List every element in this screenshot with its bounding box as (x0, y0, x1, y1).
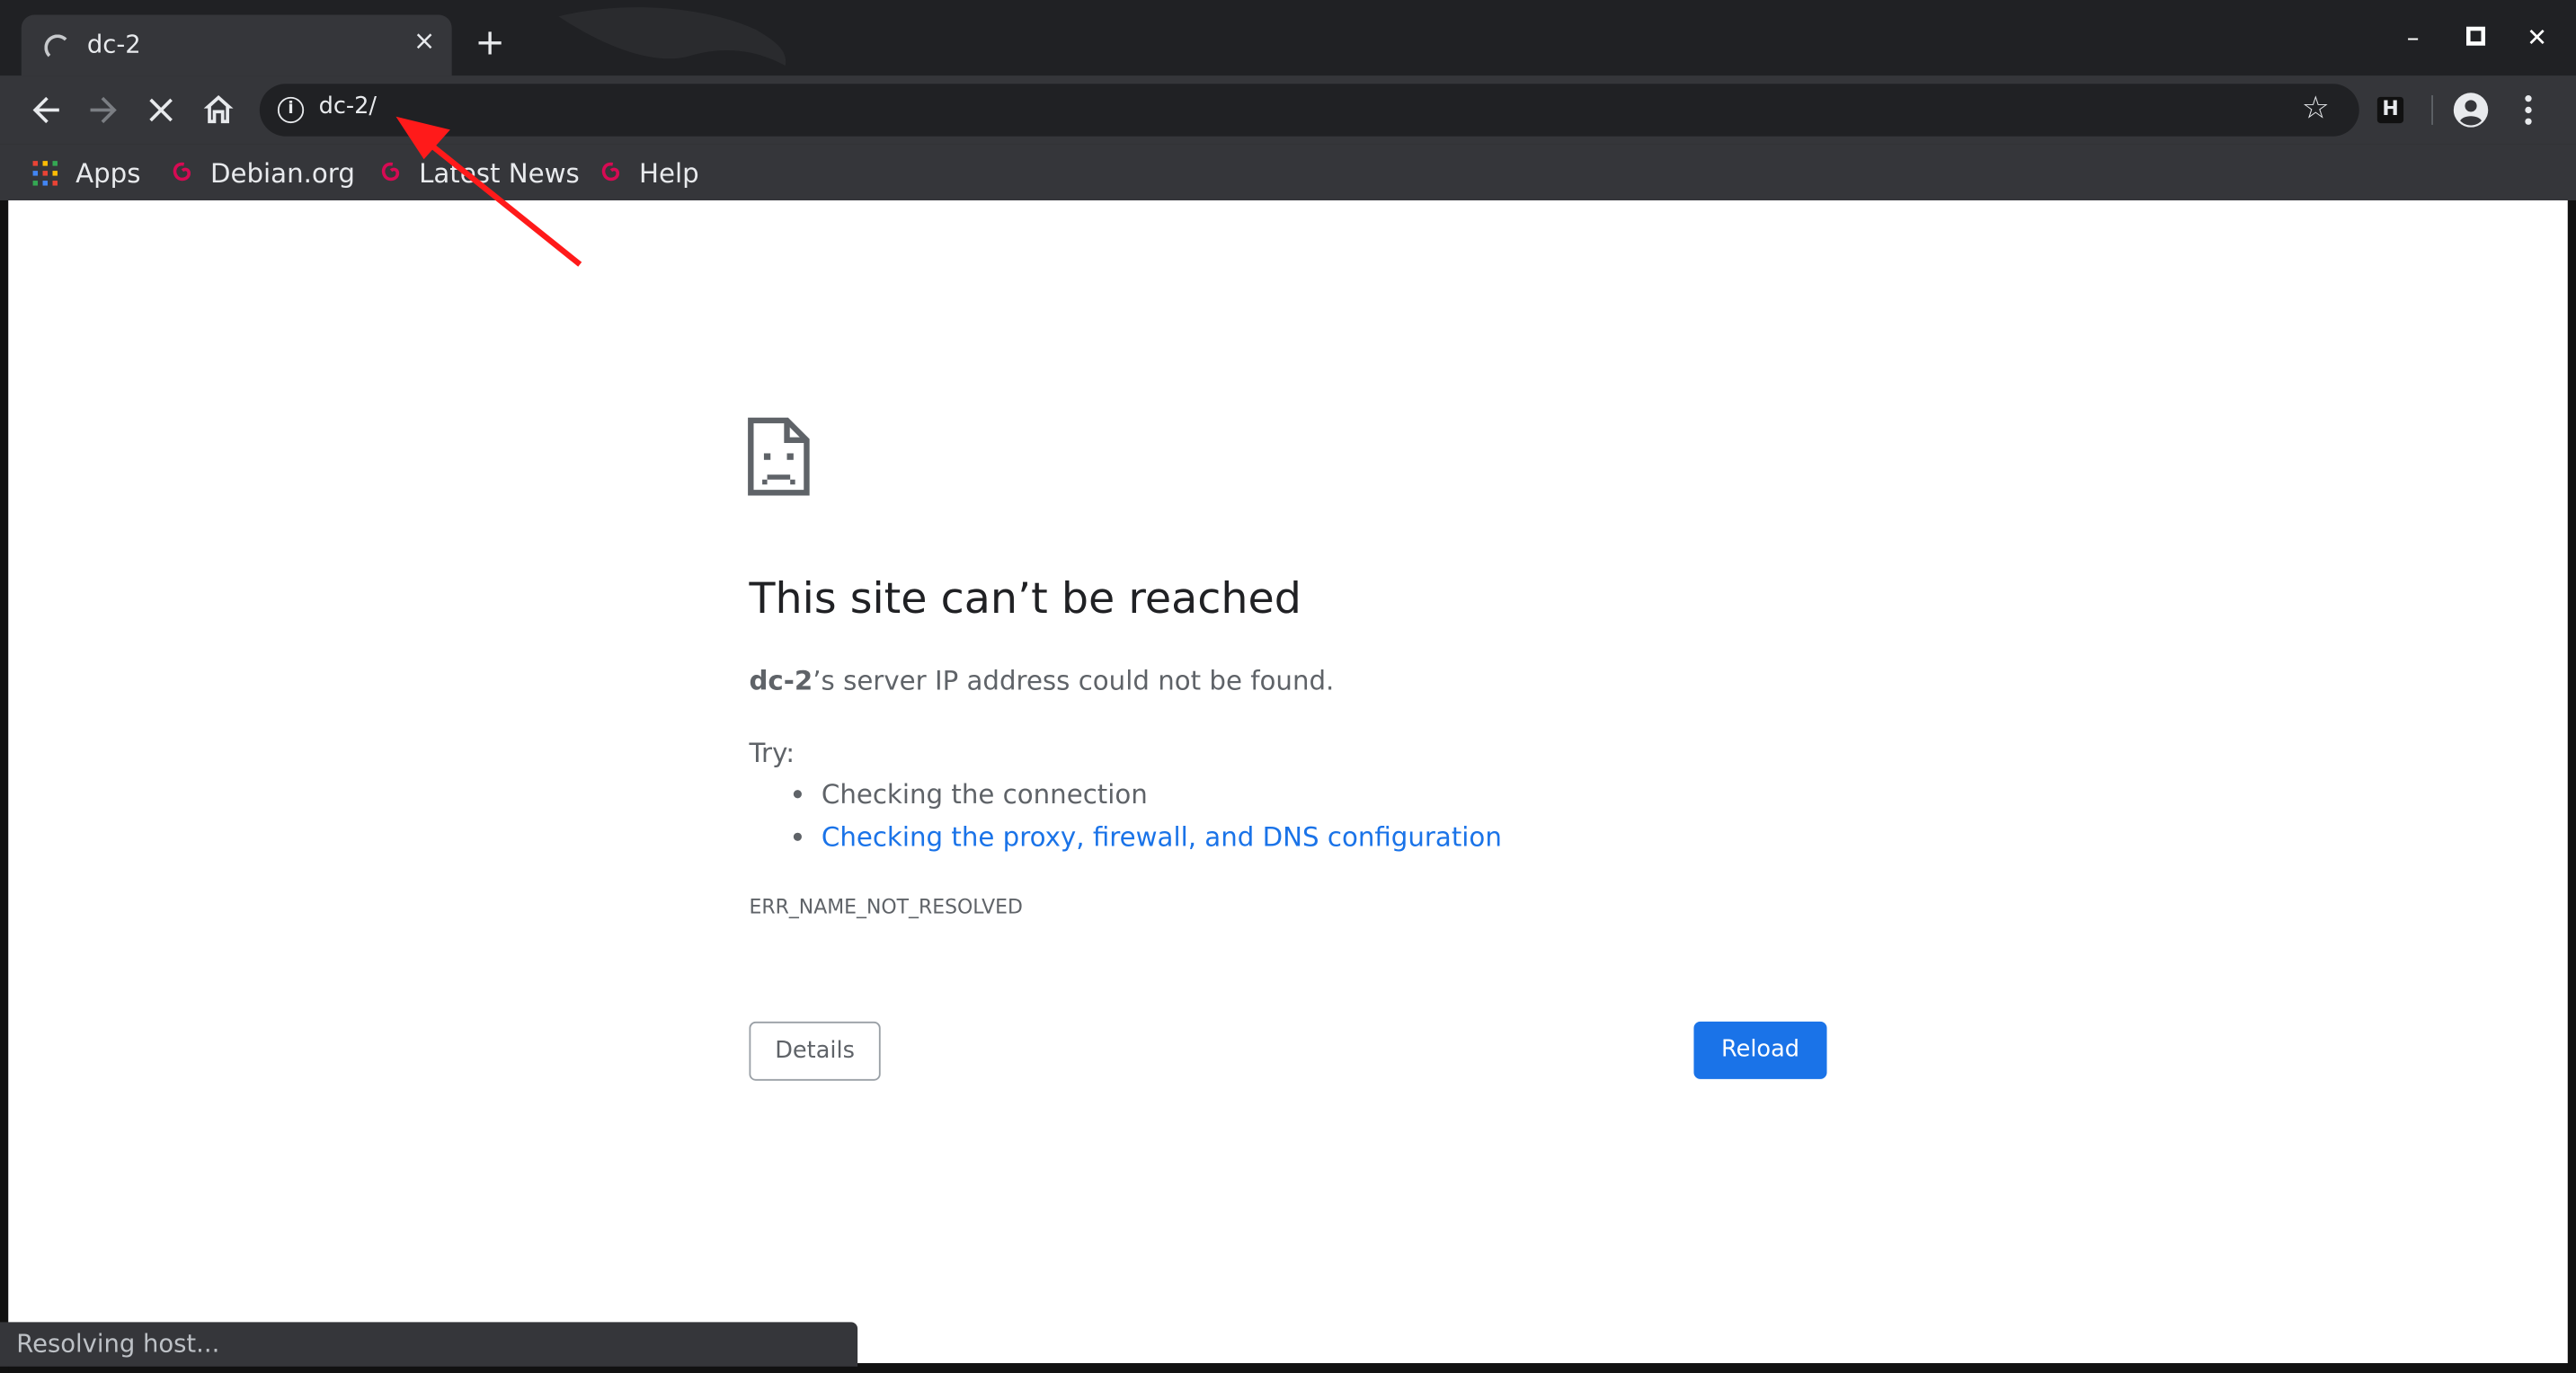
suggestion-text: Checking the connection (821, 778, 1148, 811)
forward-arrow-icon[interactable] (84, 91, 123, 130)
menu-icon[interactable] (2524, 92, 2534, 128)
dragon-watermark-icon (558, 7, 786, 66)
reload-button[interactable]: Reload (1693, 1021, 1827, 1079)
maximize-button[interactable] (2465, 23, 2486, 53)
active-tab[interactable]: dc-2 × (21, 14, 452, 76)
url-text[interactable]: dc-2/ (319, 93, 377, 120)
address-bar[interactable]: i dc-2/ (259, 84, 2359, 137)
spinner-icon (44, 34, 71, 61)
debian-swirl-icon (601, 162, 620, 182)
error-description: dc-2’s server IP address could not be fo… (749, 665, 1334, 696)
bookmarks-bar: Apps Debian.org Latest News Help (0, 144, 2576, 200)
bookmark-label: Apps (76, 157, 141, 190)
title-bar: dc-2 × + – ✕ (0, 0, 2576, 76)
error-code: ERR_NAME_NOT_RESOLVED (749, 895, 1023, 918)
error-host: dc-2 (749, 665, 813, 696)
stop-icon[interactable] (141, 91, 181, 130)
bookmark-label: Help (639, 157, 699, 190)
bookmark-label: Latest News (419, 157, 580, 190)
tab-title: dc-2 (86, 29, 141, 59)
star-icon[interactable]: ☆ (2302, 91, 2330, 127)
suggestion-item: Checking the proxy, firewall, and DNS co… (822, 818, 1502, 861)
error-page: This site can’t be reached dc-2’s server… (8, 199, 2568, 1364)
profile-icon[interactable] (2453, 92, 2489, 128)
extension-icon[interactable]: H (2376, 96, 2404, 124)
minimize-button[interactable]: – (2407, 23, 2420, 53)
extension-glyph: H (2382, 96, 2399, 120)
error-heading: This site can’t be reached (749, 574, 1301, 624)
toolbar-divider (2431, 95, 2433, 125)
info-icon[interactable]: i (277, 96, 305, 124)
bookmark-label: Debian.org (209, 157, 355, 190)
debian-swirl-icon (381, 162, 400, 182)
new-tab-button[interactable]: + (475, 25, 505, 62)
browser-toolbar: i dc-2/ ☆ H (0, 75, 2576, 145)
close-window-button[interactable]: ✕ (2527, 23, 2547, 53)
details-button[interactable]: Details (749, 1021, 881, 1081)
bookmark-latest-news[interactable]: Latest News (378, 151, 580, 194)
maximize-icon (2465, 26, 2486, 46)
tab-close-icon[interactable]: × (413, 27, 436, 54)
home-icon[interactable] (199, 91, 238, 130)
back-arrow-icon[interactable] (26, 91, 66, 130)
error-description-text: ’s server IP address could not be found. (813, 665, 1335, 696)
proxy-firewall-dns-link[interactable]: Checking the proxy, firewall, and DNS co… (822, 821, 1502, 853)
sad-page-icon (748, 417, 810, 496)
suggestion-list: Checking the connection Checking the pro… (749, 775, 1502, 861)
bookmark-help[interactable]: Help (598, 151, 699, 194)
bookmark-apps[interactable]: Apps (32, 151, 148, 194)
status-text: Resolving host... (16, 1328, 220, 1359)
bookmark-debian[interactable]: Debian.org (169, 151, 355, 194)
suggestion-item: Checking the connection (822, 775, 1502, 819)
debian-swirl-icon (173, 162, 191, 182)
apps-grid-icon (32, 161, 58, 186)
status-bubble: Resolving host... (0, 1322, 858, 1367)
try-label: Try: (749, 737, 795, 769)
